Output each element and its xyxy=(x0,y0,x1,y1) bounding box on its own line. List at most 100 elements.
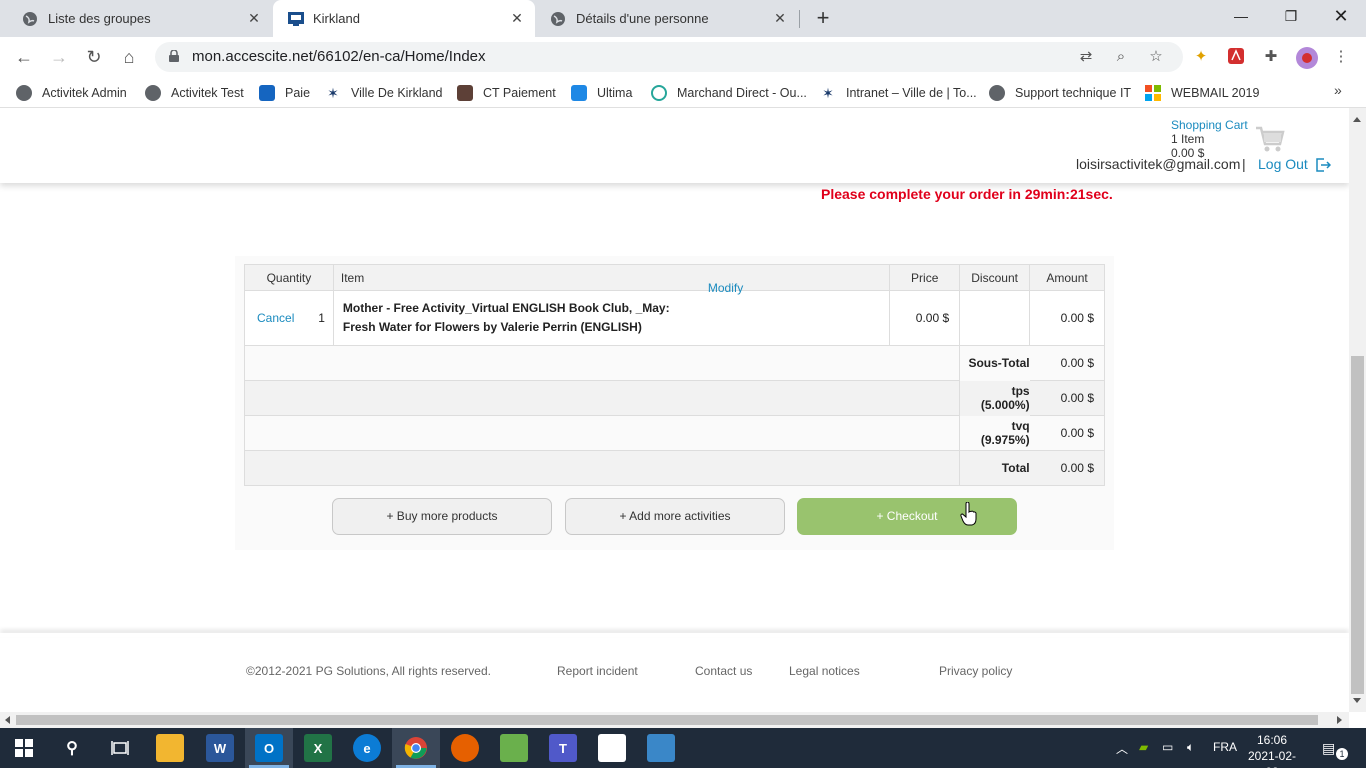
clock-date: 2021-02-08 xyxy=(1247,749,1297,779)
clock[interactable]: 16:06 2021-02-08 xyxy=(1242,732,1302,780)
bookmark-item[interactable]: Marchand Direct - Ou... xyxy=(651,83,807,103)
tps-row: tps (5.000%) 0.00 $ xyxy=(243,380,1105,416)
kirkland-logo-icon: ✶ xyxy=(822,85,834,101)
reload-icon[interactable]: ↻ xyxy=(82,45,106,69)
back-arrow-icon[interactable]: ← xyxy=(12,45,36,69)
modify-link[interactable]: Modify xyxy=(708,281,743,295)
url-text: mon.accescite.net/66102/en-ca/Home/Index xyxy=(192,48,486,65)
bookmark-item[interactable]: ✶ Intranet – Ville de | To... xyxy=(820,83,977,103)
volume-icon[interactable]: 🔈︎ xyxy=(1187,740,1194,755)
add-more-activities-button[interactable]: + Add more activities xyxy=(565,498,785,535)
bookmark-label: Paie xyxy=(285,86,311,100)
scroll-right-icon[interactable] xyxy=(1337,716,1342,724)
item-name: Mother - Free Activity_Virtual ENGLISH B… xyxy=(334,299,704,337)
vertical-scrollbar[interactable] xyxy=(1349,108,1366,712)
close-window-button[interactable]: ✕ xyxy=(1316,0,1366,32)
bookmark-item[interactable]: Ultima xyxy=(571,83,632,103)
search-icon[interactable]: ⚲ xyxy=(58,734,86,762)
document-app-icon[interactable] xyxy=(598,734,626,762)
forward-arrow-icon[interactable]: → xyxy=(47,45,71,69)
scroll-up-icon[interactable] xyxy=(1353,117,1361,122)
tray-app-icon[interactable]: ▰ xyxy=(1139,740,1148,754)
bookmark-item[interactable]: Paie xyxy=(259,83,310,103)
tab-title: Liste des groupes xyxy=(48,11,151,26)
column-header-quantity: Quantity xyxy=(244,264,334,291)
new-tab-button[interactable]: + xyxy=(812,7,834,30)
hand-cursor-icon xyxy=(960,501,978,526)
pdf-icon[interactable] xyxy=(1226,47,1246,67)
close-tab-icon[interactable]: ✕ xyxy=(772,10,788,26)
scroll-left-icon[interactable] xyxy=(5,716,10,724)
checkout-button[interactable]: + Checkout xyxy=(797,498,1017,535)
cancel-link[interactable]: Cancel xyxy=(245,311,294,325)
puzzle-icon[interactable]: ✚ xyxy=(1261,47,1281,67)
privacy-policy-link[interactable]: Privacy policy xyxy=(939,664,1012,678)
site-logo-icon xyxy=(287,11,304,27)
translate-icon[interactable]: ⇄ xyxy=(1077,48,1095,66)
bookmark-item[interactable]: Activitek Admin xyxy=(16,83,127,103)
tab-details-personne[interactable]: Détails d'une personne ✕ xyxy=(536,0,798,37)
close-tab-icon[interactable]: ✕ xyxy=(509,10,525,26)
kirkland-logo-icon: ✶ xyxy=(327,85,339,101)
app-icon[interactable] xyxy=(500,734,528,762)
star-icon[interactable]: ☆ xyxy=(1147,48,1165,66)
photos-icon[interactable] xyxy=(647,734,675,762)
profile-avatar[interactable] xyxy=(1296,47,1318,69)
bookmarks-overflow-icon[interactable]: » xyxy=(1334,82,1342,98)
shopping-cart-icon[interactable] xyxy=(1254,122,1286,154)
buy-more-products-button[interactable]: + Buy more products xyxy=(332,498,552,535)
table-row: Cancel 1 Mother - Free Activity_Virtual … xyxy=(244,281,1105,346)
bookmark-item[interactable]: WEBMAIL 2019 xyxy=(1145,83,1259,103)
zoom-icon[interactable]: ⌕ xyxy=(1112,48,1130,66)
bookmark-label: Intranet – Ville de | To... xyxy=(846,86,977,100)
chrome-icon[interactable] xyxy=(402,734,430,762)
contact-us-link[interactable]: Contact us xyxy=(695,664,752,678)
tab-liste-des-groupes[interactable]: Liste des groupes ✕ xyxy=(0,0,272,37)
amount-cell: 0.00 $ xyxy=(1029,290,1105,346)
scrollbar-thumb[interactable] xyxy=(1351,356,1364,694)
notification-icon[interactable]: ▤ xyxy=(1322,740,1335,757)
logout-icon[interactable] xyxy=(1315,158,1332,172)
task-view-icon[interactable] xyxy=(106,734,134,762)
scrollbar-thumb[interactable] xyxy=(16,715,1318,725)
address-bar[interactable]: mon.accescite.net/66102/en-ca/Home/Index… xyxy=(155,42,1183,72)
firefox-icon[interactable] xyxy=(451,734,479,762)
bookmark-label: Activitek Test xyxy=(171,86,244,100)
bookmark-item[interactable]: Activitek Test xyxy=(145,83,244,103)
discount-cell xyxy=(959,290,1031,346)
legal-notices-link[interactable]: Legal notices xyxy=(789,664,860,678)
edge-icon[interactable]: e xyxy=(353,734,381,762)
menu-kebab-icon[interactable]: ⋮ xyxy=(1331,47,1351,67)
word-icon[interactable]: W xyxy=(206,734,234,762)
network-icon[interactable]: ▭ xyxy=(1162,740,1173,754)
tray-expand-icon[interactable]: ︿ xyxy=(1116,740,1128,757)
tab-title: Détails d'une personne xyxy=(576,11,709,26)
outlook-icon[interactable]: O xyxy=(255,734,283,762)
subtotal-value: 0.00 $ xyxy=(1029,345,1105,381)
minimize-button[interactable]: — xyxy=(1216,0,1266,32)
bookmark-item[interactable]: ✶ Ville De Kirkland xyxy=(325,83,442,103)
bookmark-item[interactable]: CT Paiement xyxy=(457,83,556,103)
cart-table: Quantity Item Price Discount Amount Canc… xyxy=(243,264,1105,486)
bookmark-label: Activitek Admin xyxy=(42,86,127,100)
total-row: Total 0.00 $ xyxy=(243,450,1105,486)
maximize-button[interactable]: ❐ xyxy=(1266,0,1316,32)
tps-value: 0.00 $ xyxy=(1029,380,1105,416)
logout-link[interactable]: Log Out xyxy=(1258,156,1308,172)
bookmark-item[interactable]: Support technique IT xyxy=(989,83,1131,103)
file-explorer-icon[interactable] xyxy=(156,734,184,762)
close-tab-icon[interactable]: ✕ xyxy=(246,10,262,26)
horizontal-scrollbar[interactable] xyxy=(0,712,1349,728)
windows-taskbar: ⚲ W O X e T ︿ ▰ ▭ 🔈︎ FRA 16:06 2021-02-0… xyxy=(0,728,1366,779)
language-indicator[interactable]: FRA xyxy=(1213,740,1237,754)
home-icon[interactable]: ⌂ xyxy=(117,45,141,69)
teams-icon[interactable]: T xyxy=(549,734,577,762)
excel-icon[interactable]: X xyxy=(304,734,332,762)
extension-icon[interactable]: ✦ xyxy=(1191,47,1211,67)
scroll-down-icon[interactable] xyxy=(1353,698,1361,703)
tab-kirkland[interactable]: Kirkland ✕ xyxy=(273,0,535,37)
total-label: Total xyxy=(959,450,1030,486)
shopping-cart-link[interactable]: Shopping Cart xyxy=(1171,118,1248,132)
windows-start-icon[interactable] xyxy=(10,734,38,762)
report-incident-link[interactable]: Report incident xyxy=(557,664,638,678)
